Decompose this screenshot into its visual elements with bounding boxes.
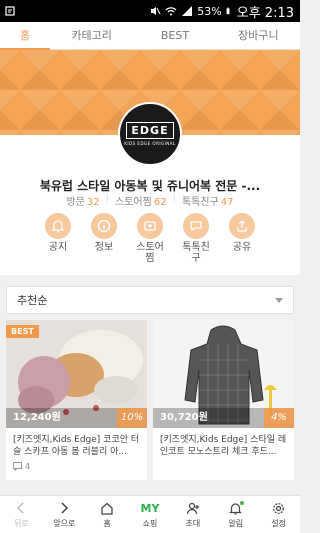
action-notice[interactable]: 공지 [38,213,78,264]
review-count: 4 [25,462,31,471]
stat-talk-friends: 톡톡친구 47 [181,197,234,208]
product-reviews: 4 [6,460,147,473]
bell-icon [51,220,65,233]
action-store-like-label: 스토어 찜 [136,242,164,264]
nav-back[interactable]: 뒤로 [0,496,43,533]
status-bar: 53% 오후 2:13 [0,0,300,22]
action-store-like[interactable]: 스토어 찜 [130,213,170,264]
battery-percent: 53% [197,4,222,18]
store-stats: 방문 32 | 스토어찜 62 | 톡톡친구 47 [66,193,234,208]
bottom-nav: 뒤로 앞으로 홈 MY 쇼핑 초대 알림 설정 [0,495,300,533]
action-talk-friend-label: 톡톡친 구 [182,242,210,264]
action-notice-label: 공지 [48,242,68,253]
product-image: BEST 12,240원 10% [6,320,147,428]
sort-select[interactable]: 추천순 [6,286,294,314]
new-notification-dot [240,501,245,505]
notification-icon [5,6,15,16]
nav-my-shopping[interactable]: MY 쇼핑 [129,496,172,533]
my-shopping-icon: MY [140,501,160,515]
product-card[interactable]: 30,720원 4% [키즈엣지,Kids Edge] 스타일 레 인코트 모노… [153,320,294,480]
battery-icon [226,7,230,15]
nav-notifications[interactable]: 알림 [214,496,257,533]
share-icon [237,220,247,232]
tab-category[interactable]: 카테고리 [50,22,133,49]
tab-home[interactable]: 홈 [0,22,50,50]
stat-store-likes: 스토어찜 62 [115,197,167,208]
logo-mark: EDGE [126,122,174,139]
store-title: 북유럽 스타일 아동복 및 쥬니어복 전문 -... [39,179,261,193]
signal-icon [182,6,193,16]
top-tab-bar: 홈 카테고리 BEST 장바구니 [0,22,300,50]
info-icon [97,219,111,233]
chevron-down-icon [275,297,283,303]
nav-home[interactable]: 홈 [86,496,129,533]
nav-forward[interactable]: 앞으로 [43,496,86,533]
product-image: 30,720원 4% [153,320,294,428]
wifi-icon [165,7,177,16]
discount-badge: 10% [117,408,147,428]
action-share[interactable]: 공유 [222,213,262,264]
best-badge: BEST [6,325,39,338]
action-talk-friend[interactable]: 톡톡친 구 [176,213,216,264]
tab-cart[interactable]: 장바구니 [217,22,300,49]
nav-invite[interactable]: 초대 [171,496,214,533]
forward-arrow-icon [61,502,69,514]
clock: 오후 2:13 [236,5,294,21]
logo-subtext: KIDS EDGE ORIGINAL [124,141,176,146]
discount-badge: 4% [264,408,294,428]
add-user-icon [186,502,199,514]
chat-icon [190,221,202,232]
home-icon [101,502,113,515]
mute-icon [151,7,161,15]
action-info[interactable]: 정보 [84,213,124,264]
action-info-label: 정보 [94,242,114,253]
product-name: [키즈엣지,Kids Edge] 코코안 터 슬 스카프 아동 봄 러블리 아.… [13,435,140,457]
product-card[interactable]: BEST 12,240원 10% [키즈엣지,Kids Edge] 코코안 터 … [6,320,147,480]
nav-settings[interactable]: 설정 [257,496,300,533]
product-name: [키즈엣지,Kids Edge] 스타일 레 인코트 모노스트리 체크 후드..… [160,435,287,457]
store-heart-icon [144,221,156,231]
gear-icon [273,502,284,514]
action-share-label: 공유 [232,242,252,253]
stat-visits: 방문 32 [66,197,100,208]
comment-icon [13,462,22,471]
sort-selected-value: 추천순 [17,294,48,307]
store-actions: 공지 정보 스토어 찜 톡톡친 구 공유 [0,213,300,264]
store-logo[interactable]: EDGE KIDS EDGE ORIGINAL [118,102,182,166]
back-arrow-icon [17,502,24,514]
tab-best[interactable]: BEST [133,22,216,49]
